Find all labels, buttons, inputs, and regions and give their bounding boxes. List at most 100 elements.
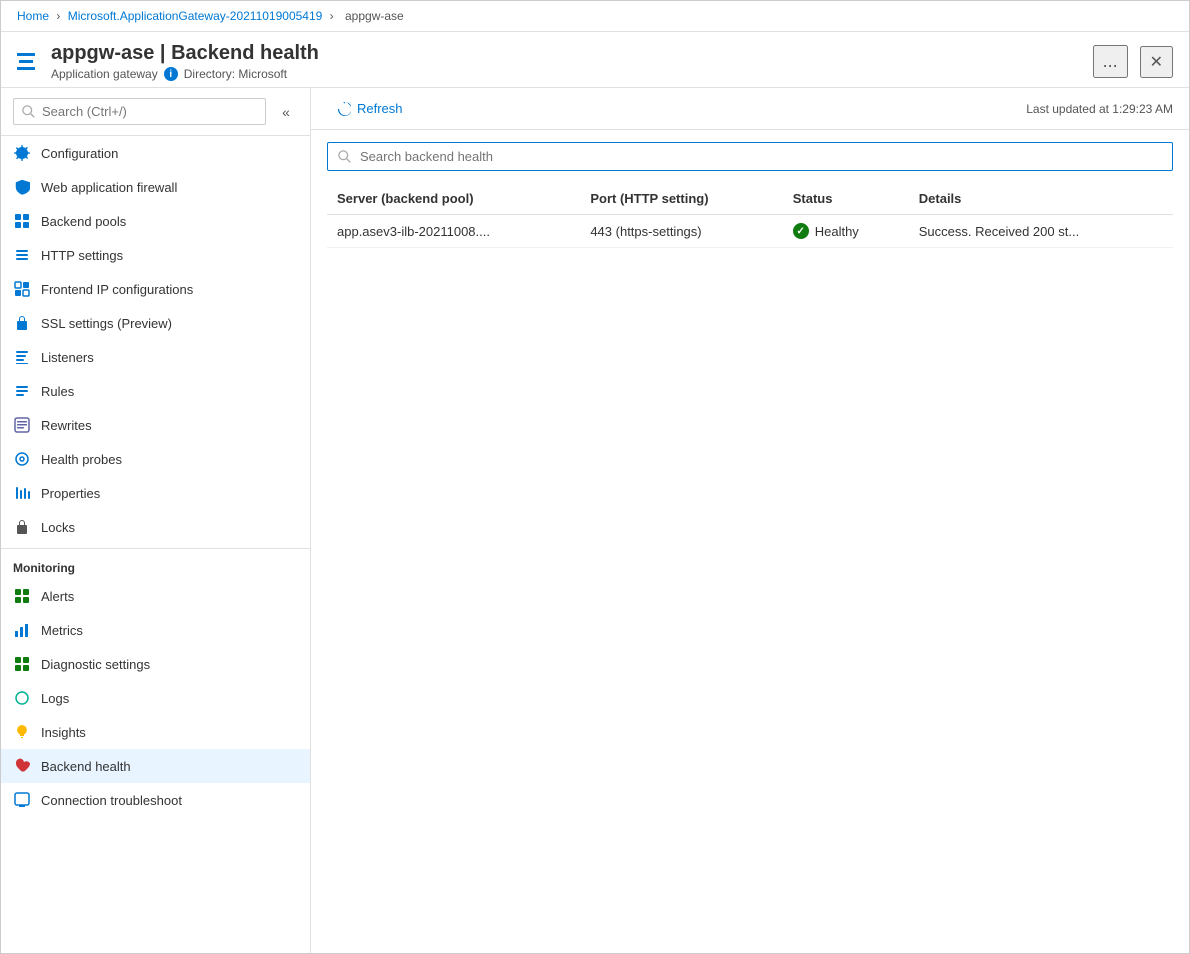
health-probes-label: Health probes bbox=[41, 452, 122, 467]
rules-icon bbox=[13, 382, 31, 400]
collapse-sidebar-button[interactable]: « bbox=[274, 100, 298, 124]
sidebar-item-properties[interactable]: Properties bbox=[1, 476, 310, 510]
rewrites-icon bbox=[13, 416, 31, 434]
cell-server: app.asev3-ilb-20211008.... bbox=[327, 215, 580, 248]
sidebar-item-connection-troubleshoot[interactable]: Connection troubleshoot bbox=[1, 783, 310, 817]
search-box[interactable] bbox=[13, 98, 266, 125]
search-input[interactable] bbox=[42, 104, 202, 119]
alerts-icon bbox=[13, 587, 31, 605]
status-text: Healthy bbox=[815, 224, 859, 239]
content-toolbar: Refresh Last updated at 1:29:23 AM bbox=[311, 88, 1189, 130]
subtitle-text: Application gateway bbox=[51, 67, 158, 81]
waf-label: Web application firewall bbox=[41, 180, 177, 195]
breadcrumb-current: appgw-ase bbox=[345, 9, 404, 23]
sidebar-item-listeners[interactable]: Listeners bbox=[1, 340, 310, 374]
breadcrumb-resource[interactable]: Microsoft.ApplicationGateway-20211019005… bbox=[68, 9, 323, 23]
sidebar-item-ssl-settings[interactable]: SSL settings (Preview) bbox=[1, 306, 310, 340]
col-header-port: Port (HTTP setting) bbox=[580, 183, 782, 215]
cell-port: 443 (https-settings) bbox=[580, 215, 782, 248]
sidebar-search-area: « bbox=[1, 88, 310, 136]
properties-icon bbox=[13, 484, 31, 502]
info-icon[interactable]: i bbox=[164, 67, 178, 81]
search-icon bbox=[22, 105, 36, 119]
frontend-ip-label: Frontend IP configurations bbox=[41, 282, 193, 297]
configuration-icon bbox=[13, 144, 31, 162]
connection-troubleshoot-label: Connection troubleshoot bbox=[41, 793, 182, 808]
listeners-label: Listeners bbox=[41, 350, 94, 365]
locks-label: Locks bbox=[41, 520, 75, 535]
backend-health-icon bbox=[13, 757, 31, 775]
rewrites-label: Rewrites bbox=[41, 418, 92, 433]
backend-health-search-input[interactable] bbox=[360, 149, 1162, 164]
status-healthy: Healthy bbox=[793, 223, 899, 239]
locks-icon bbox=[13, 518, 31, 536]
status-dot bbox=[793, 223, 809, 239]
sidebar-item-rules[interactable]: Rules bbox=[1, 374, 310, 408]
page-header: appgw-ase | Backend health Application g… bbox=[1, 32, 1189, 88]
ssl-label: SSL settings (Preview) bbox=[41, 316, 172, 331]
alerts-label: Alerts bbox=[41, 589, 74, 604]
metrics-icon bbox=[13, 621, 31, 639]
content-body: Server (backend pool) Port (HTTP setting… bbox=[311, 130, 1189, 953]
cell-details: Success. Received 200 st... bbox=[909, 215, 1173, 248]
header-subtitle: Application gateway i Directory: Microso… bbox=[51, 67, 1081, 81]
content-area: Refresh Last updated at 1:29:23 AM Serve… bbox=[311, 88, 1189, 953]
sidebar-item-rewrites[interactable]: Rewrites bbox=[1, 408, 310, 442]
cell-status: Healthy bbox=[783, 215, 909, 248]
logs-label: Logs bbox=[41, 691, 69, 706]
listeners-icon bbox=[13, 348, 31, 366]
ssl-icon bbox=[13, 314, 31, 332]
sidebar-item-locks[interactable]: Locks bbox=[1, 510, 310, 544]
backend-health-table: Server (backend pool) Port (HTTP setting… bbox=[327, 183, 1173, 248]
col-header-status: Status bbox=[783, 183, 909, 215]
frontend-ip-icon bbox=[13, 280, 31, 298]
app-gateway-icon bbox=[17, 53, 35, 70]
waf-icon bbox=[13, 178, 31, 196]
sidebar-item-diagnostic-settings[interactable]: Diagnostic settings bbox=[1, 647, 310, 681]
refresh-icon bbox=[337, 102, 351, 116]
diagnostic-icon bbox=[13, 655, 31, 673]
col-header-details: Details bbox=[909, 183, 1173, 215]
sidebar-item-web-application-firewall[interactable]: Web application firewall bbox=[1, 170, 310, 204]
logs-icon bbox=[13, 689, 31, 707]
sidebar-item-metrics[interactable]: Metrics bbox=[1, 613, 310, 647]
metrics-label: Metrics bbox=[41, 623, 83, 638]
insights-icon bbox=[13, 723, 31, 741]
properties-label: Properties bbox=[41, 486, 100, 501]
breadcrumb: Home › Microsoft.ApplicationGateway-2021… bbox=[1, 1, 1189, 32]
sidebar-item-alerts[interactable]: Alerts bbox=[1, 579, 310, 613]
search-bar[interactable] bbox=[327, 142, 1173, 171]
backend-pools-label: Backend pools bbox=[41, 214, 126, 229]
sidebar-nav: Configuration Web application firewall B… bbox=[1, 136, 310, 953]
refresh-button[interactable]: Refresh bbox=[327, 96, 413, 121]
sidebar-item-configuration[interactable]: Configuration bbox=[1, 136, 310, 170]
http-settings-label: HTTP settings bbox=[41, 248, 123, 263]
close-button[interactable]: ✕ bbox=[1140, 46, 1173, 78]
sidebar-item-insights[interactable]: Insights bbox=[1, 715, 310, 749]
directory-label: Directory: Microsoft bbox=[184, 67, 287, 81]
rules-label: Rules bbox=[41, 384, 74, 399]
sidebar-item-health-probes[interactable]: Health probes bbox=[1, 442, 310, 476]
more-options-button[interactable]: ... bbox=[1093, 45, 1128, 78]
insights-label: Insights bbox=[41, 725, 86, 740]
sidebar-item-frontend-ip[interactable]: Frontend IP configurations bbox=[1, 272, 310, 306]
sidebar-item-logs[interactable]: Logs bbox=[1, 681, 310, 715]
sidebar-item-backend-pools[interactable]: Backend pools bbox=[1, 204, 310, 238]
diagnostic-settings-label: Diagnostic settings bbox=[41, 657, 150, 672]
monitoring-section-header: Monitoring bbox=[1, 548, 310, 579]
search-bar-icon bbox=[338, 150, 352, 164]
configuration-label: Configuration bbox=[41, 146, 118, 161]
sidebar: « Configuration Web application firewall bbox=[1, 88, 311, 953]
sidebar-item-backend-health[interactable]: Backend health bbox=[1, 749, 310, 783]
connection-troubleshoot-icon bbox=[13, 791, 31, 809]
backend-health-label: Backend health bbox=[41, 759, 131, 774]
backend-pools-icon bbox=[13, 212, 31, 230]
sidebar-item-http-settings[interactable]: HTTP settings bbox=[1, 238, 310, 272]
last-updated-text: Last updated at 1:29:23 AM bbox=[1026, 102, 1173, 116]
http-settings-icon bbox=[13, 246, 31, 264]
header-title-area: appgw-ase | Backend health Application g… bbox=[51, 42, 1081, 81]
breadcrumb-home[interactable]: Home bbox=[17, 9, 49, 23]
health-probes-icon bbox=[13, 450, 31, 468]
page-title: appgw-ase | Backend health bbox=[51, 42, 1081, 65]
col-header-server: Server (backend pool) bbox=[327, 183, 580, 215]
